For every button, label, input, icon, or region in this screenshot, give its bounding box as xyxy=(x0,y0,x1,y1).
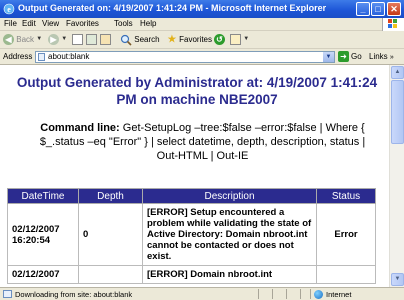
status-divider xyxy=(286,289,287,299)
search-button[interactable]: Search xyxy=(120,33,160,46)
menu-tools[interactable]: Tools xyxy=(114,19,133,28)
toolbar: ◀ Back ▼ ▶ ▼ Search ★ Favorites ↺ ▼ xyxy=(0,31,404,49)
table-row: 02/12/2007 16:20:54 0 [ERROR] Setup enco… xyxy=(7,203,376,266)
vertical-scrollbar[interactable]: ▲ ▼ xyxy=(389,65,404,287)
cell-status xyxy=(316,265,376,284)
table-header-row: DateTime Depth Description Status xyxy=(7,188,376,204)
chevron-down-icon: ▼ xyxy=(36,36,43,43)
cell-status: Error xyxy=(316,203,376,266)
links-label: Links xyxy=(369,52,388,61)
menu-edit[interactable]: Edit xyxy=(22,19,36,28)
home-icon xyxy=(100,34,111,46)
cell-depth xyxy=(78,265,143,284)
back-button[interactable]: ◀ Back ▼ xyxy=(3,33,42,46)
favorites-label: Favorites xyxy=(179,35,213,44)
column-header-status: Status xyxy=(316,188,376,204)
chevron-down-icon[interactable]: ▼ xyxy=(323,52,334,62)
menu-favorites[interactable]: Favorites xyxy=(66,19,99,28)
address-bar: Address about:blank ▼ ➜ Go Links » xyxy=(0,49,404,65)
command-label: Command line: xyxy=(40,122,120,134)
close-button[interactable]: ✕ xyxy=(387,2,401,16)
status-bar: Downloading from site: about:blank Inter… xyxy=(0,287,404,300)
status-divider xyxy=(310,289,311,299)
history-button[interactable]: ↺ xyxy=(214,33,225,46)
menu-help[interactable]: Help xyxy=(140,19,156,28)
minimize-button[interactable]: _ xyxy=(356,2,370,16)
menu-file[interactable]: File xyxy=(4,19,17,28)
status-divider xyxy=(300,289,301,299)
go-button[interactable]: ➜ Go xyxy=(338,51,362,63)
address-input[interactable]: about:blank ▼ xyxy=(35,51,335,63)
cell-depth: 0 xyxy=(78,203,143,266)
mail-button[interactable]: ▼ xyxy=(230,33,249,46)
results-table: DateTime Depth Description Status 02/12/… xyxy=(7,188,376,284)
address-label: Address xyxy=(3,52,33,61)
status-text: Downloading from site: about:blank xyxy=(15,290,133,299)
stop-button[interactable] xyxy=(72,33,83,46)
windows-logo-icon xyxy=(382,18,404,31)
back-label: Back xyxy=(16,35,35,44)
column-header-datetime: DateTime xyxy=(7,188,79,204)
chevron-right-icon: » xyxy=(389,54,394,61)
security-zone: Internet xyxy=(326,290,352,299)
column-header-depth: Depth xyxy=(78,188,143,204)
search-label: Search xyxy=(134,35,160,44)
stop-icon xyxy=(72,34,83,46)
chevron-down-icon: ▼ xyxy=(243,36,250,43)
menu-bar: File Edit View Favorites Tools Help xyxy=(0,18,404,31)
go-label: Go xyxy=(351,52,362,61)
page-viewport: Output Generated by Administrator at: 4/… xyxy=(0,65,404,287)
ie-icon: e xyxy=(3,3,15,15)
forward-arrow-icon: ▶ xyxy=(48,34,59,46)
home-button[interactable] xyxy=(100,33,111,46)
page-heading: Output Generated by Administrator at: 4/… xyxy=(16,75,378,107)
column-header-description: Description xyxy=(142,188,317,204)
favorites-star-icon: ★ xyxy=(167,33,177,46)
cell-description: [ERROR] Domain nbroot.int xyxy=(142,265,317,284)
history-icon: ↺ xyxy=(214,34,225,46)
table-row: 02/12/2007 [ERROR] Domain nbroot.int xyxy=(7,265,376,284)
refresh-button[interactable] xyxy=(86,33,97,46)
title-bar[interactable]: e Output Generated on: 4/19/2007 1:41:24… xyxy=(0,0,404,18)
refresh-icon xyxy=(86,34,97,46)
status-divider xyxy=(258,289,259,299)
scroll-down-icon[interactable]: ▼ xyxy=(391,273,404,286)
maximize-button[interactable]: □ xyxy=(371,2,385,16)
cell-datetime: 02/12/2007 xyxy=(7,265,79,284)
chevron-down-icon: ▼ xyxy=(61,36,68,43)
globe-icon xyxy=(314,290,323,299)
cell-description: [ERROR] Setup encountered a problem whil… xyxy=(142,203,317,266)
scroll-up-icon[interactable]: ▲ xyxy=(391,66,404,79)
window-title: Output Generated on: 4/19/2007 1:41:24 P… xyxy=(18,3,327,13)
menu-view[interactable]: View xyxy=(42,19,59,28)
page-icon xyxy=(3,290,12,298)
mail-icon xyxy=(230,34,241,46)
forward-button[interactable]: ▶ ▼ xyxy=(48,33,67,46)
scroll-thumb[interactable] xyxy=(391,80,404,144)
status-divider xyxy=(272,289,273,299)
back-arrow-icon: ◀ xyxy=(3,34,14,46)
page-icon xyxy=(38,52,45,61)
go-arrow-icon: ➜ xyxy=(338,51,349,63)
command-line: Command line: Get-SetupLog –tree:$false … xyxy=(30,121,375,163)
links-button[interactable]: Links » xyxy=(369,52,394,61)
search-icon xyxy=(120,34,132,46)
svg-text:e: e xyxy=(7,5,11,14)
cell-datetime: 02/12/2007 16:20:54 xyxy=(7,203,79,266)
favorites-button[interactable]: ★ Favorites xyxy=(167,33,212,46)
address-value: about:blank xyxy=(48,52,90,61)
